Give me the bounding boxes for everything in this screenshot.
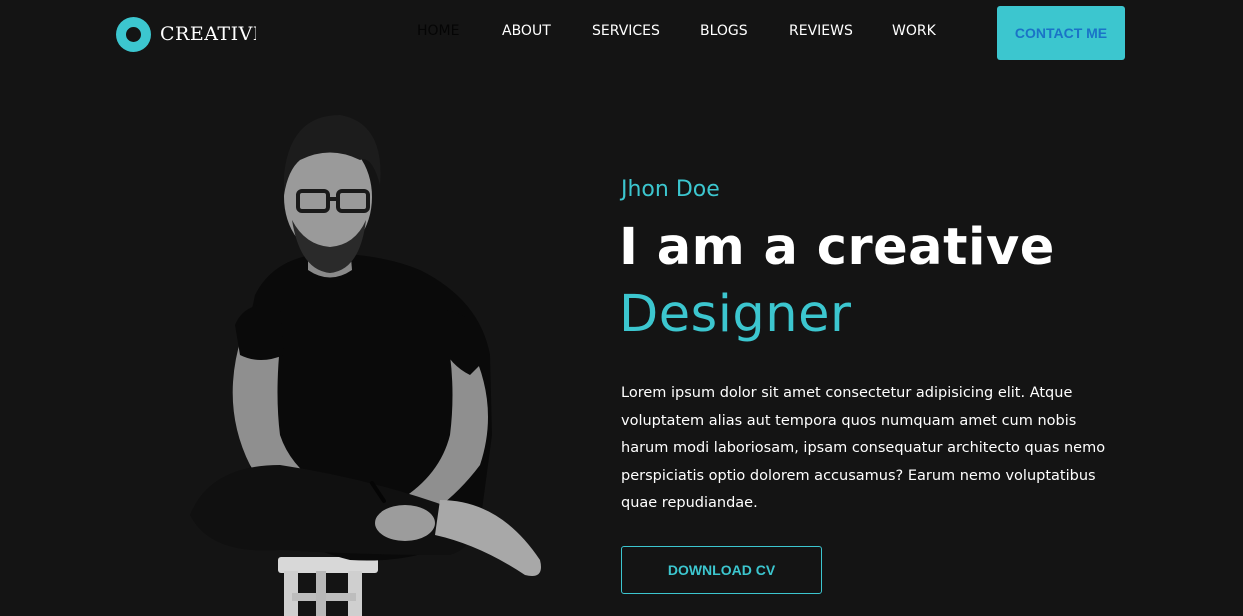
person-portrait-icon — [190, 115, 541, 616]
hero-headline: I am a creative — [619, 218, 1055, 277]
contact-me-button[interactable]: CONTACT ME — [997, 6, 1125, 60]
hero-role: Designer — [619, 285, 852, 344]
nav-home[interactable]: HOME — [417, 23, 459, 39]
nav-work[interactable]: WORK — [892, 23, 936, 39]
hero-photo — [190, 115, 541, 616]
nav-reviews[interactable]: REVIEWS — [789, 23, 853, 39]
hero-name: Jhon Doe — [621, 177, 720, 202]
download-cv-button[interactable]: DOWNLOAD CV — [621, 546, 822, 594]
nav-services[interactable]: SERVICES — [592, 23, 660, 39]
nav-about[interactable]: ABOUT — [502, 23, 551, 39]
hero-description: Lorem ipsum dolor sit amet consectetur a… — [621, 385, 1106, 511]
nav-blogs[interactable]: BLOGS — [700, 23, 748, 39]
